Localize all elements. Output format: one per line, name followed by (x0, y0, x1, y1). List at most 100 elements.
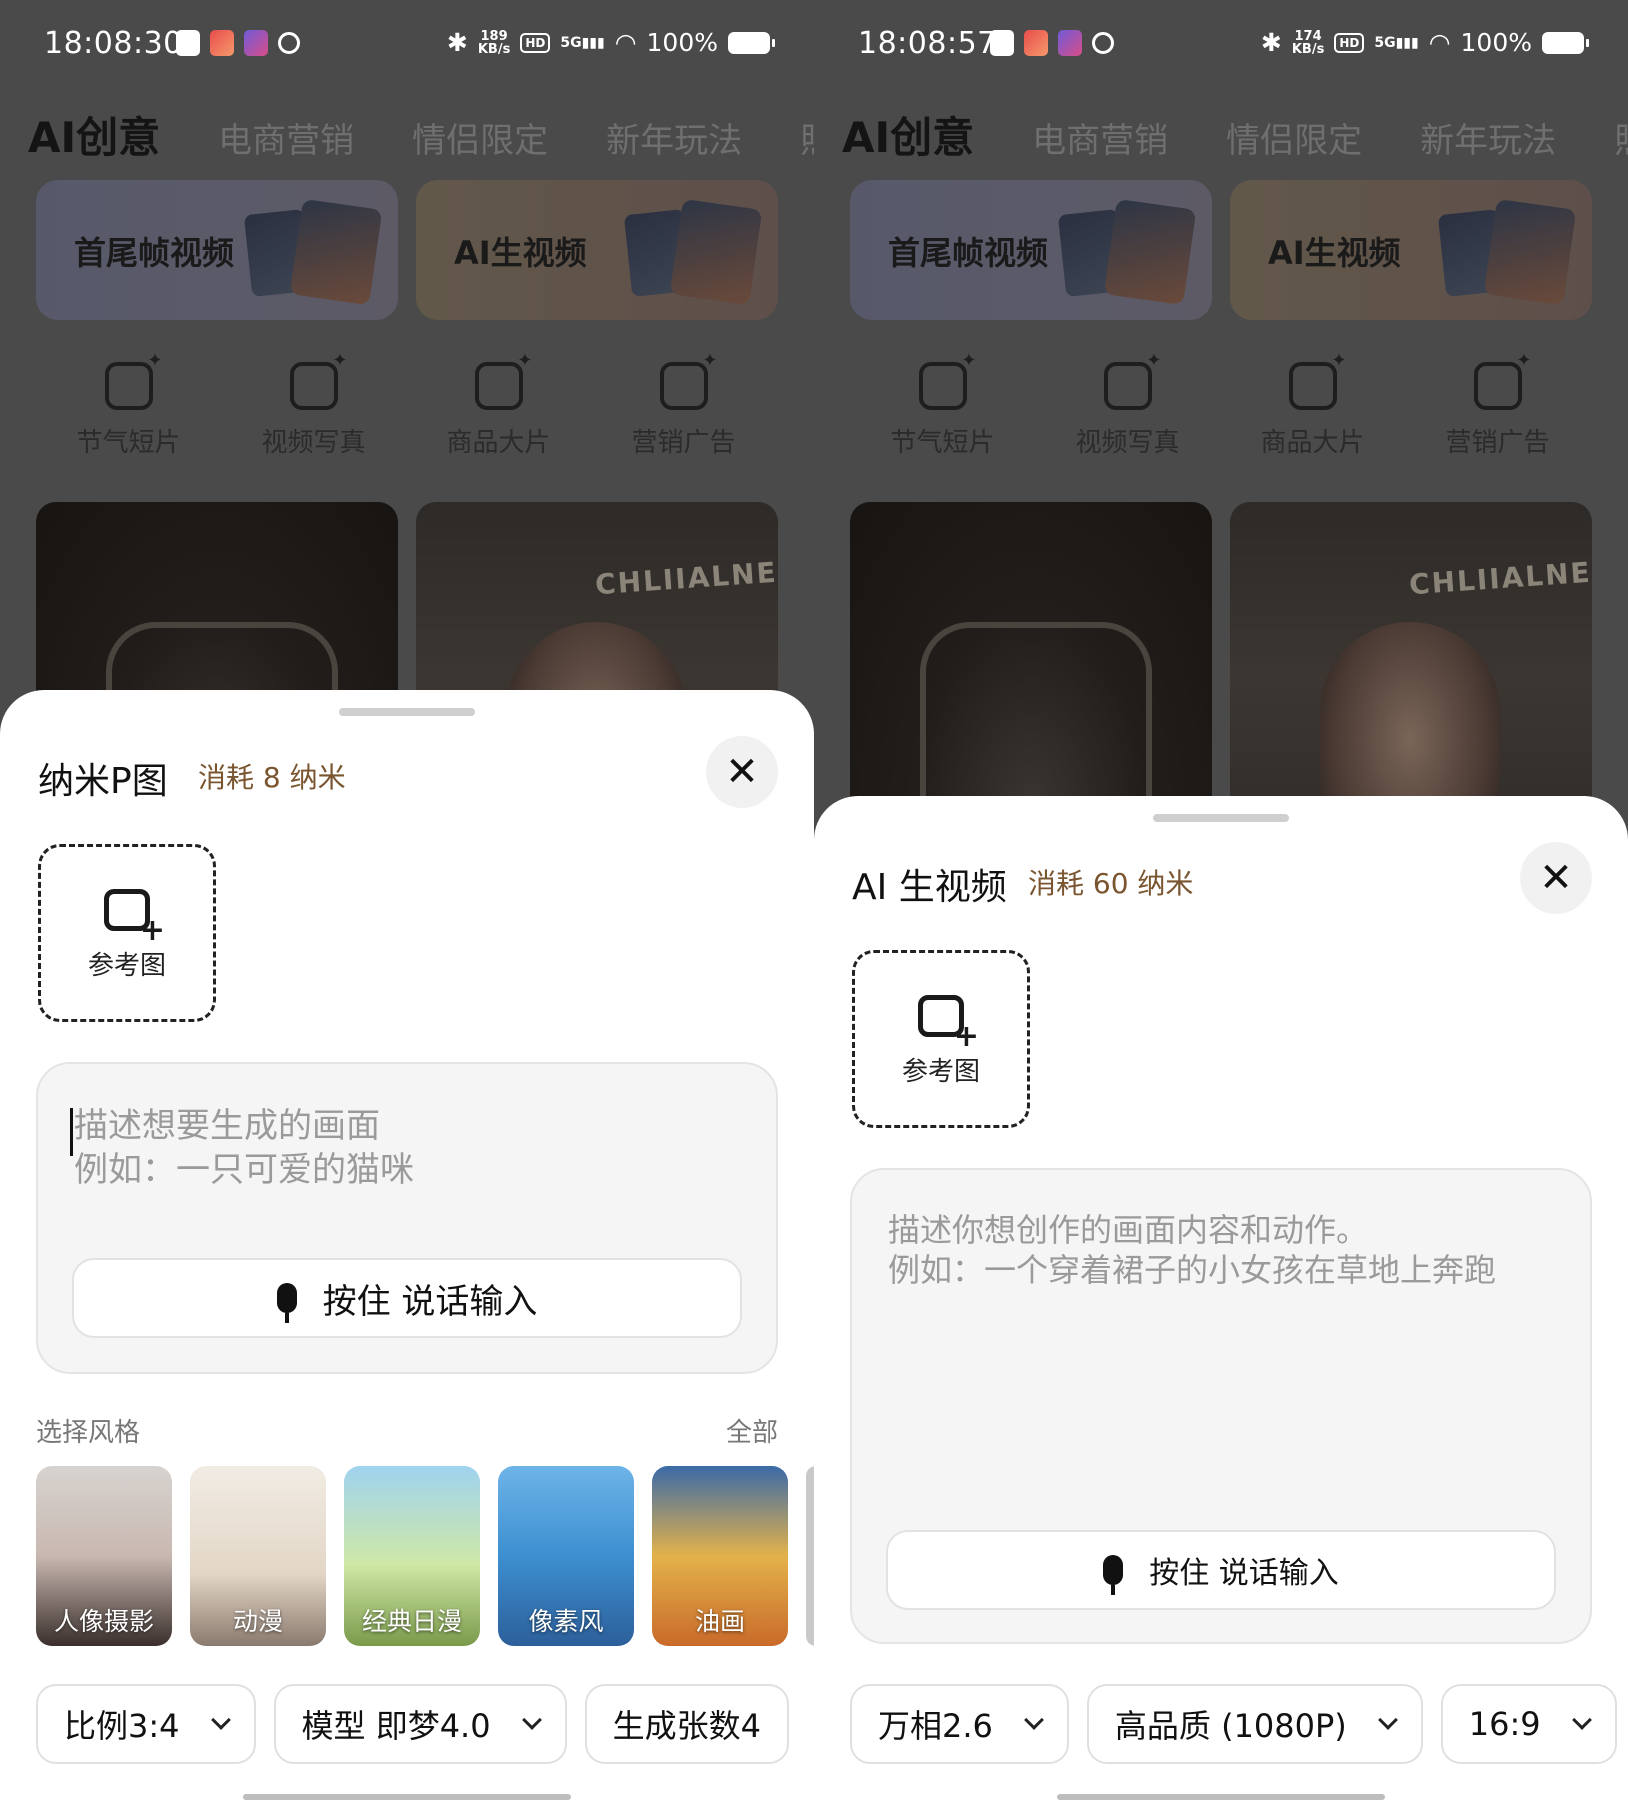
tab-ecommerce[interactable]: 电商营销 (218, 113, 354, 162)
microphone-icon (276, 1283, 297, 1323)
option-pills: 万相2.6 高品质 (1080P) 16:9 (850, 1684, 1617, 1764)
tab-new-year[interactable]: 新年玩法 (1420, 113, 1556, 162)
quick-actions: 节气短片 视频写真 商品大片 营销广告 (850, 350, 1590, 459)
quick-label: 节气短片 (890, 428, 995, 458)
battery-icon (728, 31, 775, 54)
quick-product-shot[interactable]: 商品大片 (424, 350, 574, 459)
count-select[interactable]: 生成张数4 (584, 1684, 789, 1764)
chevron-down-icon (1024, 1710, 1044, 1730)
card-title: AI生视频 (454, 234, 587, 272)
quick-video-portrait[interactable]: 视频写真 (239, 350, 389, 459)
link-icon (278, 32, 300, 54)
prompt-input[interactable]: 描述想要生成的画面 例如：一只可爱的猫咪 按住 说话输入 (36, 1062, 778, 1374)
tab-photo[interactable]: 照 (800, 113, 814, 162)
ratio-select[interactable]: 比例3:4 (36, 1684, 256, 1764)
model-value: 模型 即梦4.0 (301, 1707, 491, 1745)
aspect-ratio-select[interactable]: 16:9 (1440, 1684, 1617, 1764)
signal-icon: 5G▮▮▮ (560, 34, 605, 51)
style-oil-painting[interactable]: 油画 (652, 1466, 788, 1646)
video-icon (104, 350, 163, 410)
sheet-drag-handle[interactable] (339, 708, 475, 716)
signal-icon: 5G▮▮▮ (1374, 34, 1419, 51)
home-indicator[interactable] (243, 1794, 571, 1800)
portrait-icon (1103, 350, 1162, 410)
quick-marketing-ad[interactable]: 营销广告 (1423, 350, 1573, 459)
style-pixel[interactable]: 像素风 (498, 1466, 634, 1646)
option-pills: 比例3:4 模型 即梦4.0 生成张数4 (36, 1684, 789, 1764)
sheet-title: 纳米P图 (38, 761, 168, 802)
tab-couple[interactable]: 情侣限定 (1226, 113, 1362, 162)
speed-unit: KB/s (477, 41, 511, 57)
card-first-last-frame-video[interactable]: 首尾帧视频 (36, 180, 398, 320)
tab-ai-creative[interactable]: AI创意 (842, 104, 974, 165)
quick-video-portrait[interactable]: 视频写真 (1053, 350, 1203, 459)
style-label: 油画 (694, 1607, 745, 1636)
portrait-icon (289, 350, 348, 410)
style-anime[interactable]: 动漫 (190, 1466, 326, 1646)
reference-image-upload[interactable]: 参考图 (38, 844, 216, 1022)
card-title: AI生视频 (1268, 234, 1401, 272)
model-select[interactable]: 万相2.6 (850, 1684, 1069, 1764)
style-label: 经典日漫 (361, 1607, 462, 1636)
wifi-icon: ◠ (614, 28, 637, 57)
notification-icons (990, 30, 1114, 56)
status-bar: 18:08:57 ✱ 174 KB/s HD 5G▮▮▮ ◠ 100% (814, 0, 1628, 90)
reference-image-upload[interactable]: 参考图 (852, 950, 1030, 1128)
ratio-value: 比例3:4 (64, 1707, 180, 1745)
style-title: 选择风格 (36, 1418, 141, 1448)
quick-solar-term-clip[interactable]: 节气短片 (54, 350, 204, 459)
hd-icon: HD (520, 32, 551, 53)
network-speed: 189 KB/s (478, 30, 510, 56)
tab-photo[interactable]: 照 (1614, 113, 1628, 162)
tab-ai-creative[interactable]: AI创意 (28, 104, 160, 165)
cost-label: 消耗 60 纳米 (1028, 867, 1194, 900)
quick-solar-term-clip[interactable]: 节气短片 (868, 350, 1018, 459)
style-portrait-photography[interactable]: 人像摄影 (36, 1466, 172, 1646)
sheet-drag-handle[interactable] (1153, 814, 1289, 822)
signal-label: 5G (1374, 34, 1396, 51)
card-first-last-frame-video[interactable]: 首尾帧视频 (850, 180, 1212, 320)
style-more[interactable] (806, 1466, 814, 1646)
quick-marketing-ad[interactable]: 营销广告 (609, 350, 759, 459)
style-all-link[interactable]: 全部 (726, 1412, 778, 1449)
card-thumbnail (1103, 198, 1197, 306)
style-label: 人像摄影 (53, 1607, 154, 1636)
status-indicators: ✱ 189 KB/s HD 5G▮▮▮ ◠ 100% (447, 28, 775, 57)
signal-label: 5G (560, 34, 582, 51)
prompt-input[interactable]: 描述你想创作的画面内容和动作。 例如：一个穿着裙子的小女孩在草地上奔跑 按住 说… (850, 1168, 1592, 1644)
hold-to-talk-button[interactable]: 按住 说话输入 (72, 1258, 742, 1338)
close-icon: ✕ (725, 749, 759, 795)
style-classic-japanese-anime[interactable]: 经典日漫 (344, 1466, 480, 1646)
tab-new-year[interactable]: 新年玩法 (606, 113, 742, 162)
model-value: 万相2.6 (878, 1707, 993, 1745)
battery-percent: 100% (646, 28, 718, 57)
battery-percent: 100% (1460, 28, 1532, 57)
category-tabs: AI创意 电商营销 情侣限定 新年玩法 照 (28, 104, 814, 165)
reference-label: 参考图 (901, 1057, 980, 1087)
close-button[interactable]: ✕ (706, 736, 778, 808)
hd-icon: HD (1334, 32, 1365, 53)
quality-select[interactable]: 高品质 (1080P) (1086, 1684, 1423, 1764)
quick-product-shot[interactable]: 商品大片 (1238, 350, 1388, 459)
speed-value: 174 (1294, 28, 1322, 44)
microphone-icon (1103, 1555, 1124, 1595)
style-label: 像素风 (528, 1607, 604, 1636)
prompt-placeholder: 描述你想创作的画面内容和动作。 例如：一个穿着裙子的小女孩在草地上奔跑 (888, 1211, 1497, 1289)
chevron-down-icon (210, 1710, 231, 1730)
app-notification-icon (1024, 30, 1048, 56)
quick-label: 营销广告 (1445, 428, 1550, 458)
style-list: 人像摄影 动漫 经典日漫 像素风 油画 (36, 1466, 814, 1646)
card-ai-video[interactable]: AI生视频 (1230, 180, 1592, 320)
tab-ecommerce[interactable]: 电商营销 (1032, 113, 1168, 162)
hold-to-talk-button[interactable]: 按住 说话输入 (886, 1530, 1556, 1610)
home-indicator[interactable] (1057, 1794, 1385, 1800)
card-thumbnail (1483, 198, 1577, 306)
video-icon (918, 350, 977, 410)
tab-couple[interactable]: 情侣限定 (412, 113, 548, 162)
speed-unit: KB/s (1291, 41, 1325, 57)
model-select[interactable]: 模型 即梦4.0 (273, 1684, 567, 1764)
style-label: 动漫 (232, 1607, 283, 1636)
image-icon (1473, 350, 1532, 410)
close-button[interactable]: ✕ (1520, 842, 1592, 914)
card-ai-video[interactable]: AI生视频 (416, 180, 778, 320)
